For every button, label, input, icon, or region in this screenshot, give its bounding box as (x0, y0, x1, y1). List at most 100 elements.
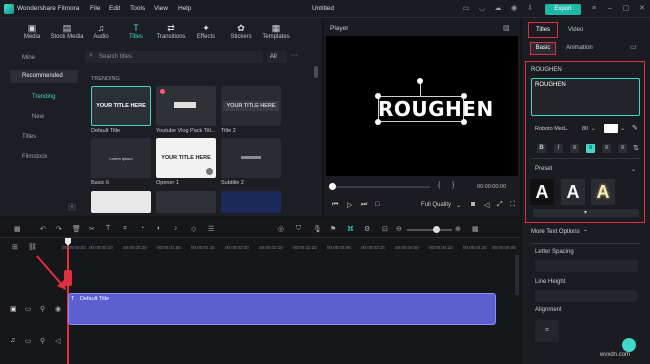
maximize-icon[interactable]: ▢ (622, 5, 630, 13)
audio-mute-icon[interactable]: ◁ (55, 337, 60, 345)
line-height-slider[interactable] (535, 290, 638, 302)
mark-in-icon[interactable]: { (438, 182, 440, 189)
cut-icon[interactable]: ✂ (89, 225, 95, 233)
zoom-in-icon[interactable]: ⊕ (455, 225, 461, 233)
account-icon[interactable]: ◉ (510, 5, 518, 13)
vertical-text-icon[interactable]: ⇅ (633, 144, 639, 152)
tab-templates[interactable]: ▦ Templates (257, 22, 295, 46)
volume-icon[interactable]: ◁ (484, 201, 489, 209)
filter-select[interactable]: All (267, 51, 287, 63)
tab-titles-props[interactable]: Titles (528, 22, 558, 38)
headphones-icon[interactable]: ◡ (478, 5, 486, 13)
layout-icon[interactable]: ▭ (462, 5, 470, 13)
stop-icon[interactable]: □ (375, 201, 379, 208)
bold-button[interactable]: B (537, 144, 546, 153)
menu-view[interactable]: View (154, 5, 168, 12)
align-left-button[interactable]: ≡ (570, 144, 579, 153)
alignment-grid-icon[interactable]: ⌗ (535, 320, 559, 342)
justify-button[interactable]: ≡ (618, 144, 627, 153)
screenshot-icon[interactable]: ◙ (471, 201, 475, 208)
undo-icon[interactable]: ↶ (40, 225, 46, 233)
title-thumb-row3-2[interactable] (156, 191, 216, 213)
menu-tools[interactable]: Tools (130, 5, 145, 12)
playhead-knob[interactable] (329, 183, 336, 190)
eyedropper-icon[interactable]: ✎ (632, 124, 638, 132)
quality-select[interactable]: Full Quality (421, 202, 451, 208)
cloud-icon[interactable]: ☁ (494, 5, 502, 13)
title-thumb-basic6[interactable]: Lorem ipsum (91, 138, 151, 178)
ai-assistant-icon[interactable] (622, 338, 636, 352)
title-text-field[interactable]: ROUGHEN (531, 78, 640, 116)
category-mine[interactable]: Mine (10, 52, 78, 65)
category-titles[interactable]: Titles (10, 131, 78, 144)
font-select[interactable]: Roboto Med (535, 126, 565, 132)
audio-tool-icon[interactable]: ♪ (174, 225, 178, 232)
audio-folder-icon[interactable]: ▭ (25, 337, 32, 345)
minimize-icon[interactable]: – (606, 5, 614, 13)
menu-help[interactable]: Help (178, 5, 191, 12)
title-thumb-youtube-vlog[interactable] (156, 86, 216, 126)
fullscreen-icon[interactable]: ⤢ (497, 201, 503, 209)
category-filmstock[interactable]: Filmstock (10, 151, 78, 164)
zoom-slider[interactable] (407, 229, 452, 231)
category-trending[interactable]: Trending (10, 91, 78, 104)
title-thumb-title2[interactable]: YOUR TITLE HERE (221, 86, 281, 126)
track-folder-icon[interactable]: ▭ (25, 305, 32, 313)
tab-stock-media[interactable]: ▤ Stock Media (47, 22, 87, 46)
snap-icon[interactable]: ⌘ (347, 225, 354, 233)
ai-tool-icon[interactable]: ⚙ (364, 225, 370, 233)
close-icon[interactable]: ✕ (638, 5, 646, 13)
shield-icon[interactable]: ⛉ (296, 225, 301, 233)
add-track-icon[interactable]: ⊞ (12, 243, 18, 251)
italic-button[interactable]: I (554, 144, 563, 153)
next-frame-icon[interactable]: ⏭ (361, 201, 367, 209)
preset-white[interactable]: A (530, 179, 554, 205)
align-right-button[interactable]: ≡ (602, 144, 611, 153)
tab-media[interactable]: ▣ Media (13, 22, 51, 46)
prev-frame-icon[interactable]: ⏮ (332, 201, 338, 209)
render-icon[interactable]: ◎ (278, 225, 284, 233)
letter-spacing-slider[interactable] (535, 260, 638, 272)
save-preset-icon[interactable]: ▭ (630, 43, 637, 51)
collapse-icon[interactable]: ‹ (68, 203, 76, 211)
zoom-out-icon[interactable]: ⊖ (396, 225, 402, 233)
speed-icon[interactable]: ◔ (140, 225, 144, 232)
category-new[interactable]: New (10, 111, 78, 124)
adjust-icon[interactable]: ☰ (208, 225, 214, 233)
subtab-basic[interactable]: Basic (530, 42, 556, 55)
mark-out-icon[interactable]: } (452, 182, 454, 189)
export-button[interactable]: Export (545, 4, 581, 15)
play-icon[interactable]: ▷ (347, 201, 352, 209)
tab-titles[interactable]: T Titles (117, 22, 155, 46)
category-recommended[interactable]: Recommended (10, 70, 78, 83)
subtab-animation[interactable]: Animation (566, 45, 593, 51)
text-tool-icon[interactable]: T (106, 225, 110, 232)
color-swatch[interactable] (604, 124, 618, 133)
crop-icon[interactable]: ⌗ (123, 225, 127, 233)
playback-progress[interactable] (330, 186, 430, 188)
rotate-handle[interactable] (417, 78, 423, 84)
redo-icon[interactable]: ↷ (56, 225, 62, 233)
title-thumb-row3-1[interactable] (91, 191, 151, 213)
tab-video-props[interactable]: Video (568, 27, 583, 33)
color-icon[interactable]: ◐ (157, 225, 161, 232)
title-thumb-default[interactable]: YOUR TITLE HERE (91, 86, 151, 126)
split-icon[interactable]: ⊡ (382, 225, 388, 233)
snapshot-icon[interactable]: ▨ (503, 24, 510, 32)
track-visibility-icon[interactable]: ◉ (55, 305, 61, 313)
mic-icon[interactable]: 🎙 (313, 225, 322, 233)
tab-audio[interactable]: ♫ Audio (82, 22, 120, 46)
zoom-knob[interactable] (433, 226, 440, 233)
preset-gold[interactable]: A (591, 179, 615, 205)
more-options-icon[interactable]: ··· (291, 52, 298, 59)
marker-icon[interactable]: ⚑ (330, 225, 336, 233)
tab-effects[interactable]: ✦ Effects (187, 22, 225, 46)
delete-icon[interactable]: 🗑 (72, 225, 81, 233)
expand-icon[interactable]: ⛶ (510, 201, 515, 209)
title-clip[interactable] (68, 293, 496, 325)
menu-edit[interactable]: Edit (109, 5, 120, 12)
track-lock-icon[interactable]: ⚲ (40, 305, 45, 313)
grid-view-icon[interactable]: ▦ (472, 225, 479, 233)
align-center-button[interactable]: ≡ (586, 144, 595, 153)
tab-stickers[interactable]: ✿ Stickers (222, 22, 260, 46)
